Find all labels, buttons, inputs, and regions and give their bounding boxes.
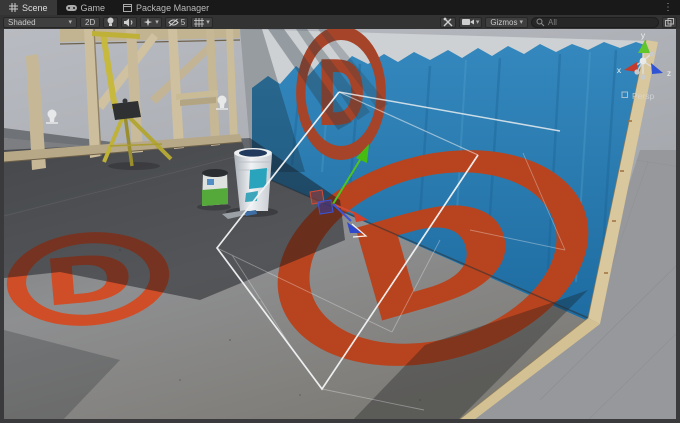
scene-camera-dropdown[interactable]: ▾: [459, 17, 483, 28]
tab-bar: Scene Game Package Manager ⋮: [0, 0, 680, 15]
projection-mode-label[interactable]: Persp: [632, 91, 654, 101]
scene-search-field[interactable]: [531, 17, 659, 28]
chevron-down-icon: ▾: [476, 19, 480, 26]
toggle-2d-button[interactable]: 2D: [80, 17, 100, 28]
grid-icon: [9, 3, 18, 12]
chevron-down-icon: ▾: [68, 19, 72, 26]
grid-visibility-button[interactable]: ▾: [191, 17, 213, 28]
magnifier-icon: [536, 18, 545, 27]
effects-dropdown-button[interactable]: ▾: [140, 17, 162, 28]
kebab-menu-icon[interactable]: ⋮: [663, 0, 673, 15]
audio-toggle-button[interactable]: [121, 17, 137, 28]
scene-visibility-button[interactable]: 5: [165, 17, 188, 28]
tab-scene[interactable]: Scene: [0, 0, 57, 15]
axis-negative-cone[interactable]: [649, 51, 654, 56]
tab-scene-label: Scene: [22, 3, 48, 13]
move-gizmo-plane-z[interactable]: [318, 200, 333, 214]
chevron-down-icon: ▾: [155, 19, 159, 26]
lighting-toggle-button[interactable]: [103, 17, 118, 28]
lightbulb-icon: [106, 17, 115, 27]
tools-icon: [443, 17, 453, 27]
camera-icon: [462, 18, 474, 26]
unity-scene-window: Scene Game Package Manager ⋮ Shaded ▾ 2D…: [0, 0, 680, 423]
tab-game[interactable]: Game: [57, 0, 115, 15]
overlap-squares-icon: [665, 18, 674, 27]
component-tools-button[interactable]: [440, 17, 456, 28]
tab-game-label: Game: [81, 3, 106, 13]
gamepad-icon: [66, 4, 77, 12]
axis-hub[interactable]: [640, 58, 647, 65]
gizmos-dropdown[interactable]: Gizmos ▾: [485, 17, 528, 28]
eye-off-icon: [168, 18, 179, 27]
grid-axis-icon: [194, 18, 204, 27]
hidden-objects-count: 5: [181, 18, 185, 27]
shading-mode-label: Shaded: [8, 18, 36, 27]
chevron-down-icon: ▾: [519, 19, 523, 26]
axis-negative-cone[interactable]: [640, 74, 645, 79]
axis-z-label: z: [667, 68, 671, 78]
scene-viewport[interactable]: D D D: [4, 29, 676, 419]
tab-package-manager-label: Package Manager: [136, 3, 209, 13]
gizmos-label: Gizmos: [490, 18, 517, 27]
tab-package-manager[interactable]: Package Manager: [114, 0, 218, 15]
speaker-icon: [124, 18, 134, 27]
axis-negative-cone[interactable]: [634, 69, 639, 74]
chevron-down-icon: ▾: [206, 19, 210, 26]
package-icon: [123, 3, 132, 12]
overlay-button[interactable]: [662, 17, 677, 28]
scene-toolbar: Shaded ▾ 2D ▾ 5 ▾ ▾: [0, 15, 680, 29]
sparkle-icon: [143, 18, 153, 27]
toggle-2d-label: 2D: [85, 18, 95, 27]
shading-mode-dropdown[interactable]: Shaded ▾: [3, 17, 77, 28]
search-input[interactable]: [548, 18, 654, 27]
